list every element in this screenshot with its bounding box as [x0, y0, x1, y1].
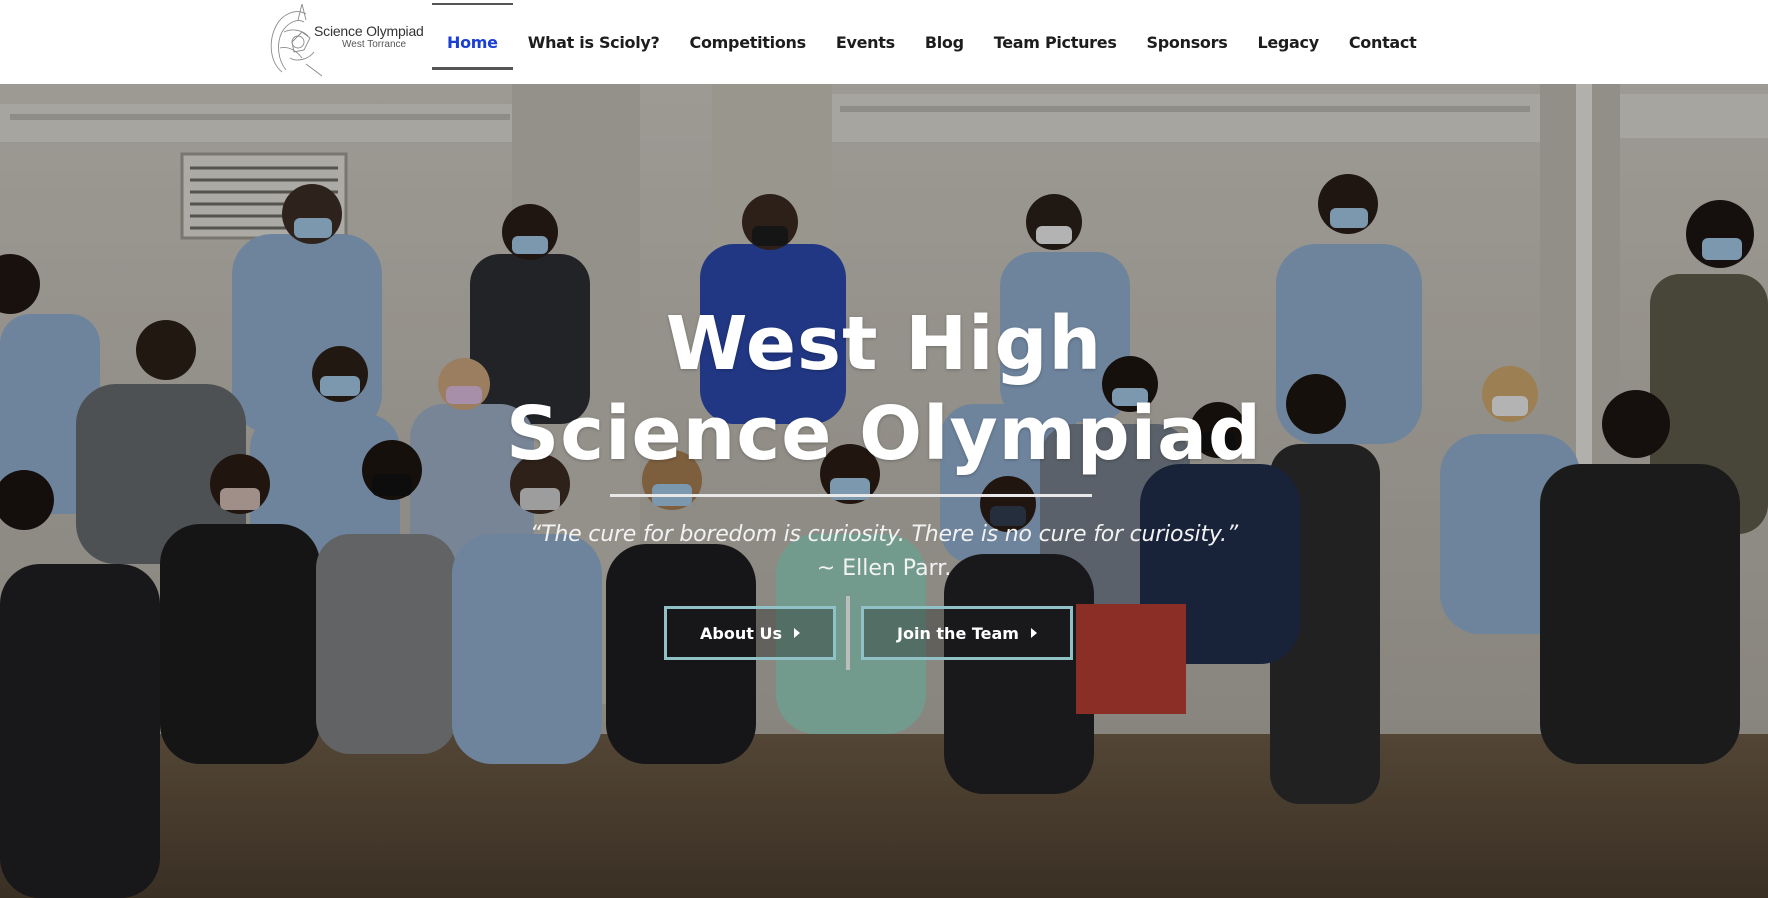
caret-right-icon [793, 628, 800, 638]
button-separator [846, 596, 850, 670]
nav-team-pictures[interactable]: Team Pictures [979, 0, 1132, 84]
join-team-label: Join the Team [897, 623, 1019, 643]
hero-divider [610, 494, 1092, 497]
hero-overlay [0, 84, 1768, 898]
nav-what-is-scioly[interactable]: What is Scioly? [513, 0, 675, 84]
nav-sponsors[interactable]: Sponsors [1132, 0, 1243, 84]
logo-subtitle: West Torrance [342, 39, 407, 50]
hero-section: West High Science Olympiad “The cure for… [0, 84, 1768, 898]
hero-quote-author: ~ Ellen Parr. [816, 556, 952, 581]
nav-competitions[interactable]: Competitions [675, 0, 821, 84]
nav-legacy[interactable]: Legacy [1242, 0, 1333, 84]
nav-blog[interactable]: Blog [910, 0, 979, 84]
hero-title-line-2: Science Olympiad [505, 391, 1263, 477]
logo-title: Science Olympiad [314, 23, 424, 39]
hero-title-line-1: West High [665, 301, 1103, 387]
main-nav: Home What is Scioly? Competitions Events… [432, 0, 1431, 84]
site-header: Science Olympiad West Torrance Home What… [0, 0, 1768, 84]
hero-quote: “The cure for boredom is curiosity. Ther… [529, 522, 1238, 547]
nav-events[interactable]: Events [821, 0, 910, 84]
nav-home[interactable]: Home [432, 0, 513, 84]
about-us-label: About Us [700, 623, 782, 643]
join-team-button[interactable]: Join the Team [861, 606, 1073, 660]
nav-contact[interactable]: Contact [1334, 0, 1432, 84]
about-us-button[interactable]: About Us [664, 606, 836, 660]
caret-right-icon [1030, 628, 1037, 638]
